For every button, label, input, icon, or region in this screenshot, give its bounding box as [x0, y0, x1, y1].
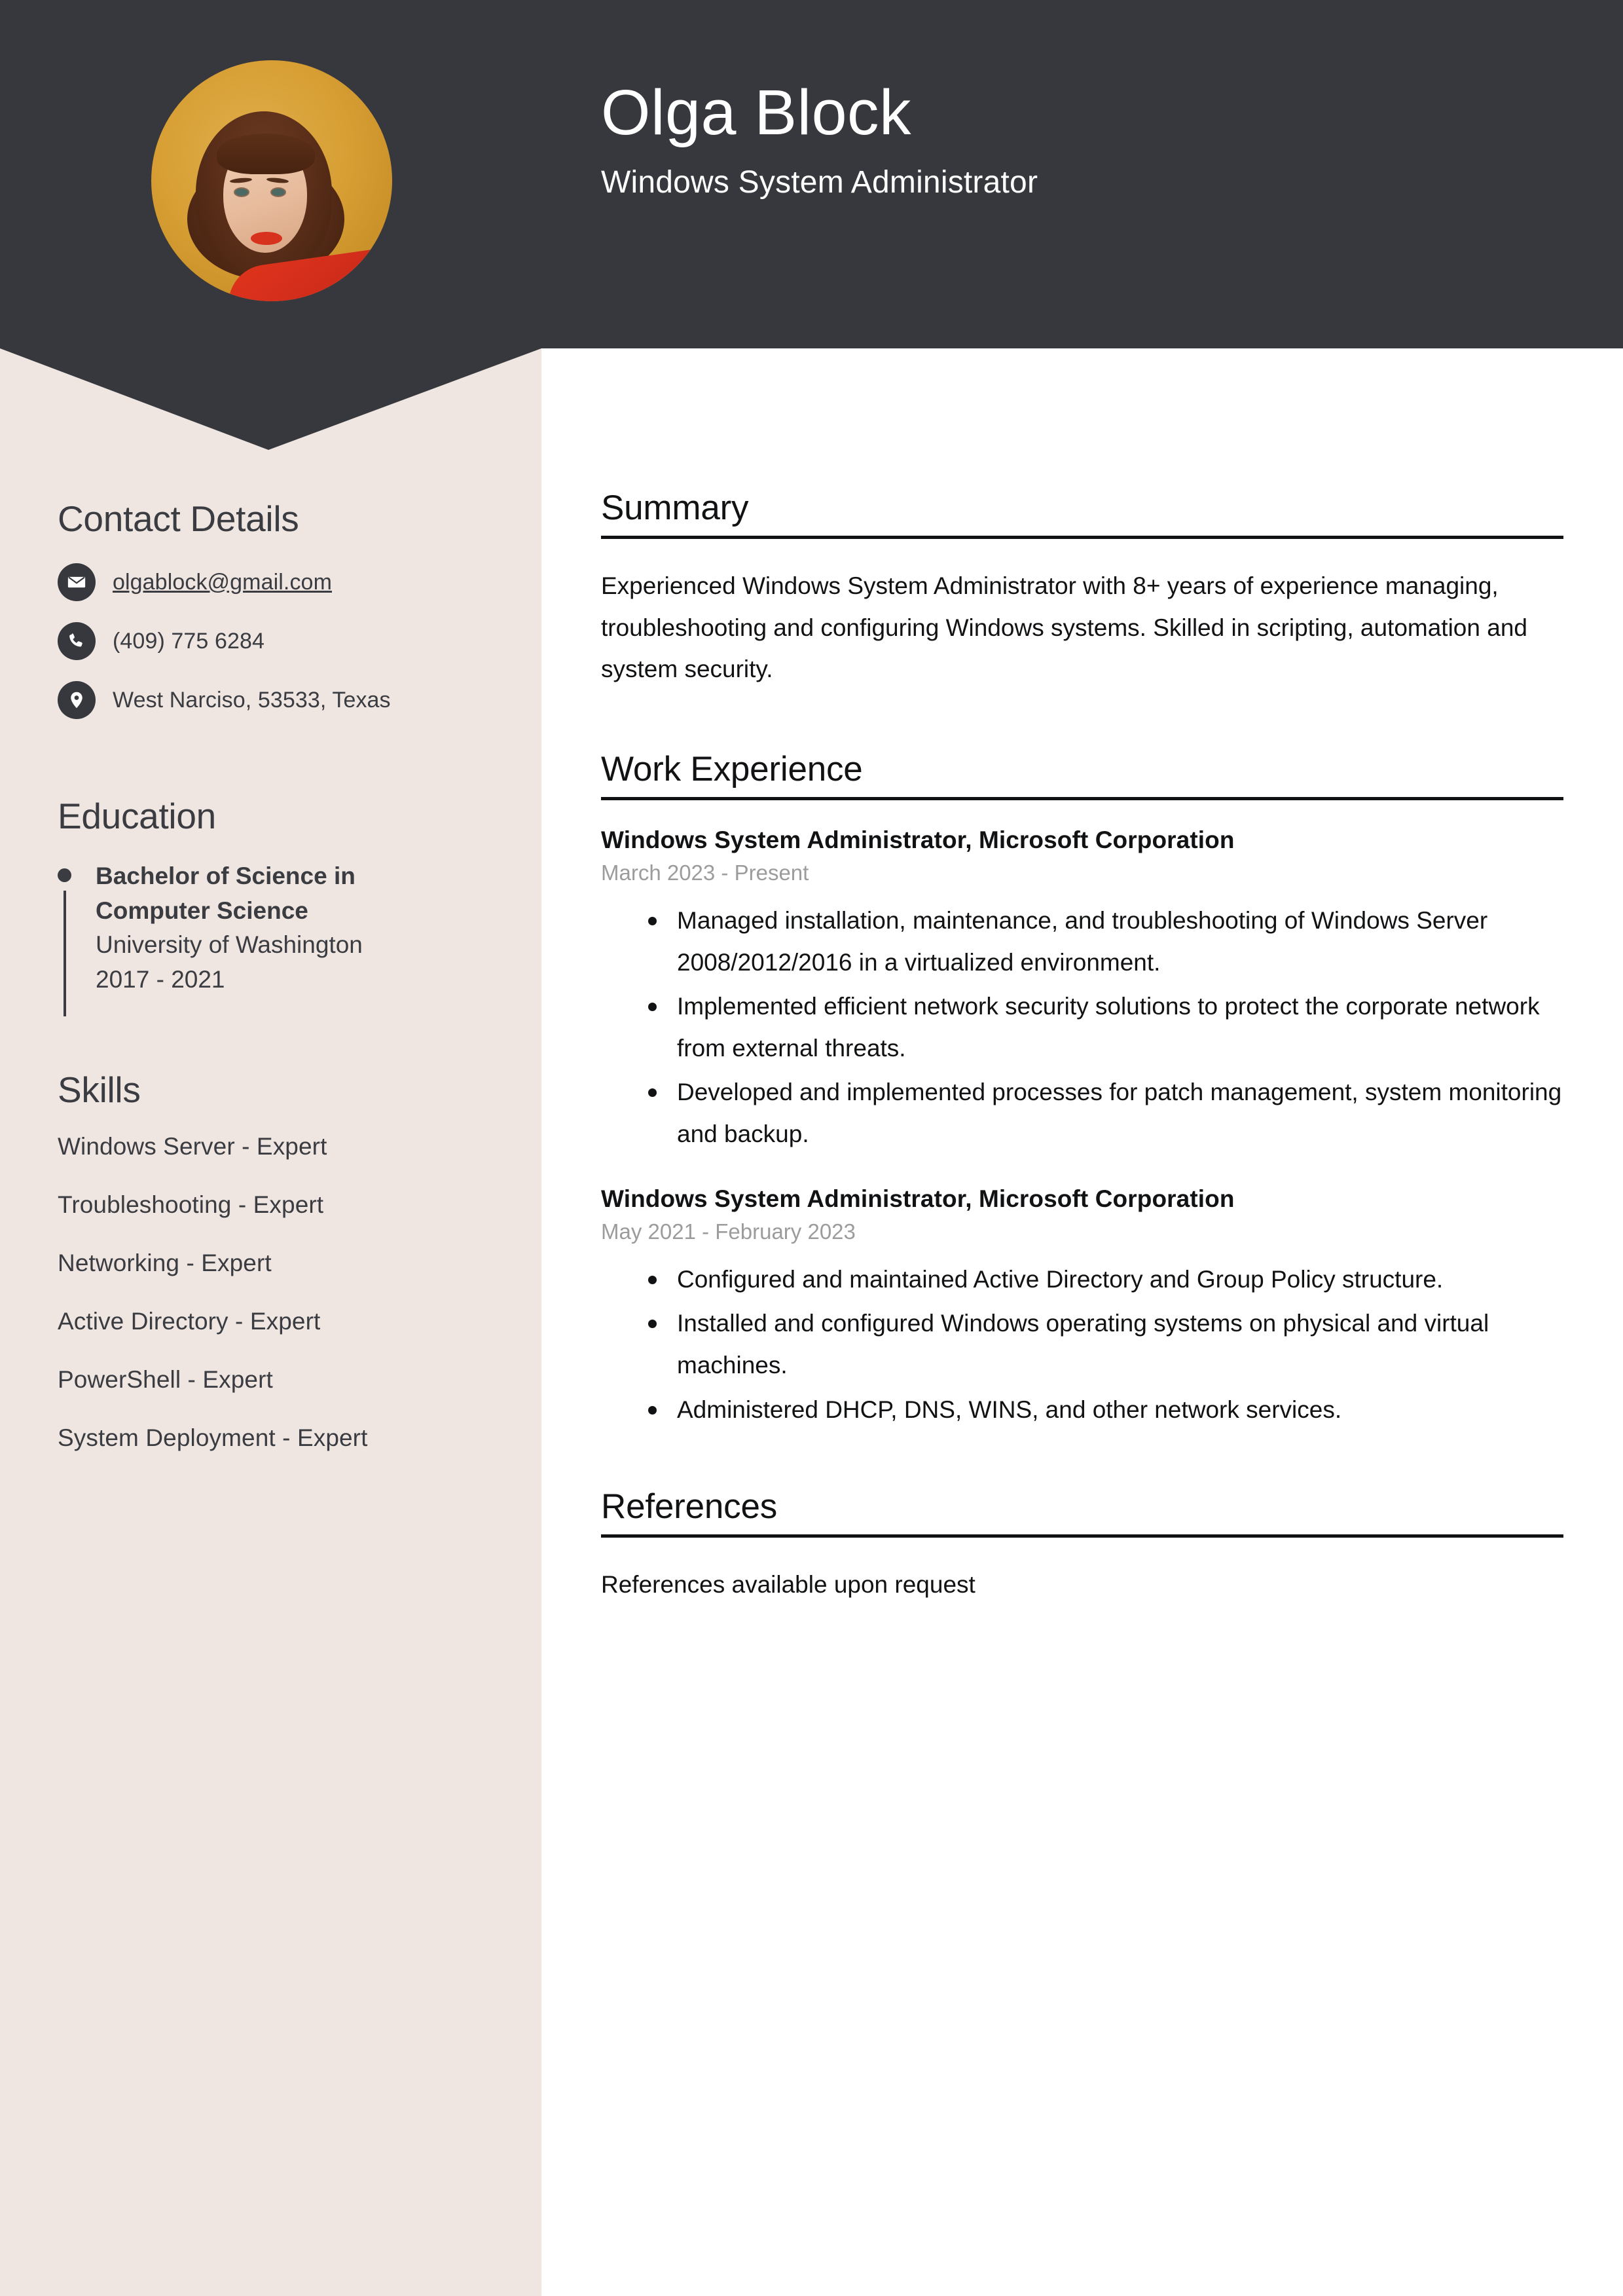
page-title: Olga Block [601, 77, 912, 148]
summary-rule [601, 536, 1563, 539]
phone-icon [58, 622, 96, 660]
education-school: University of Washington [96, 931, 363, 959]
job-bullet: Administered DHCP, DNS, WINS, and other … [648, 1389, 1563, 1431]
avatar-eye-left [235, 189, 248, 196]
summary-text: Experienced Windows System Administrator… [601, 572, 1527, 683]
job-bullet-list: Managed installation, maintenance, and t… [601, 900, 1563, 1155]
avatar-bangs [217, 134, 315, 174]
avatar [151, 60, 392, 301]
job-bullet: Configured and maintained Active Directo… [648, 1259, 1563, 1301]
references-text: References available upon request [601, 1571, 976, 1599]
work-experience-body: Windows System Administrator, Microsoft … [601, 826, 1563, 1430]
contact-phone-value: (409) 775 6284 [113, 628, 265, 654]
job-entry: Windows System Administrator, Microsoft … [601, 826, 1563, 1155]
education-degree: Bachelor of Science in Computer Science [96, 862, 356, 924]
job-bullet: Implemented efficient network security s… [648, 986, 1563, 1069]
avatar-eye-right [272, 189, 285, 196]
education-heading: Education [58, 796, 216, 836]
job-dates: March 2023 - Present [601, 860, 809, 885]
job-dates: May 2021 - February 2023 [601, 1219, 856, 1244]
job-role: Windows System Administrator, Microsoft … [601, 826, 1235, 853]
section-summary: Summary Experienced Windows System Admin… [601, 488, 1563, 690]
job-entry: Windows System Administrator, Microsoft … [601, 1185, 1563, 1431]
skill-item: PowerShell - Expert [58, 1366, 273, 1394]
skill-item: Active Directory - Expert [58, 1308, 321, 1335]
job-bullet: Developed and implemented processes for … [648, 1071, 1563, 1155]
job-bullet: Installed and configured Windows operati… [648, 1303, 1563, 1386]
references-body: References available upon request [601, 1564, 1563, 1606]
location-pin-icon [58, 681, 96, 719]
work-experience-rule [601, 796, 1563, 800]
avatar-lips [251, 232, 282, 245]
job-role: Windows System Administrator, Microsoft … [601, 1185, 1235, 1212]
contact-location-value: West Narciso, 53533, Texas [113, 687, 391, 713]
job-bullet: Managed installation, maintenance, and t… [648, 900, 1563, 983]
job-bullet-list: Configured and maintained Active Directo… [601, 1259, 1563, 1431]
work-experience-heading: Work Experience [601, 749, 863, 788]
skills-heading: Skills [58, 1069, 141, 1111]
skill-item: Networking - Expert [58, 1250, 272, 1277]
skill-item: Troubleshooting - Expert [58, 1191, 324, 1219]
contact-email-value[interactable]: olgablock@gmail.com [113, 570, 332, 595]
references-heading: References [601, 1487, 778, 1527]
header-job-title: Windows System Administrator [601, 164, 1038, 200]
skills-list: Windows Server - Expert Troubleshooting … [58, 1133, 503, 1452]
contact-item-email[interactable]: olgablock@gmail.com [58, 563, 503, 601]
education-entry: Bachelor of Science in Computer Science … [58, 859, 503, 1016]
education-dates: 2017 - 2021 [96, 965, 225, 993]
section-references: References References available upon req… [601, 1487, 1563, 1606]
education-timeline-line [64, 891, 66, 1016]
contact-item-location[interactable]: West Narciso, 53533, Texas [58, 681, 503, 719]
education-bullet-dot [58, 868, 71, 882]
section-work-experience: Work Experience Windows System Administr… [601, 749, 1563, 1430]
summary-heading: Summary [601, 489, 749, 527]
sidebar: Contact Details olgablock@gmail.com (409… [58, 498, 503, 1483]
contact-list: olgablock@gmail.com (409) 775 6284 West … [58, 563, 503, 719]
contact-details-heading: Contact Details [58, 498, 299, 539]
summary-body: Experienced Windows System Administrator… [601, 565, 1563, 690]
skill-item: System Deployment - Expert [58, 1424, 368, 1452]
header-text: Olga Block Windows System Administrator [601, 77, 1518, 200]
skill-item: Windows Server - Expert [58, 1133, 327, 1160]
envelope-icon [58, 563, 96, 601]
main-column: Summary Experienced Windows System Admin… [601, 488, 1563, 1606]
references-rule [601, 1534, 1563, 1538]
resume-page: Olga Block Windows System Administrator … [0, 0, 1623, 2296]
contact-item-phone[interactable]: (409) 775 6284 [58, 622, 503, 660]
